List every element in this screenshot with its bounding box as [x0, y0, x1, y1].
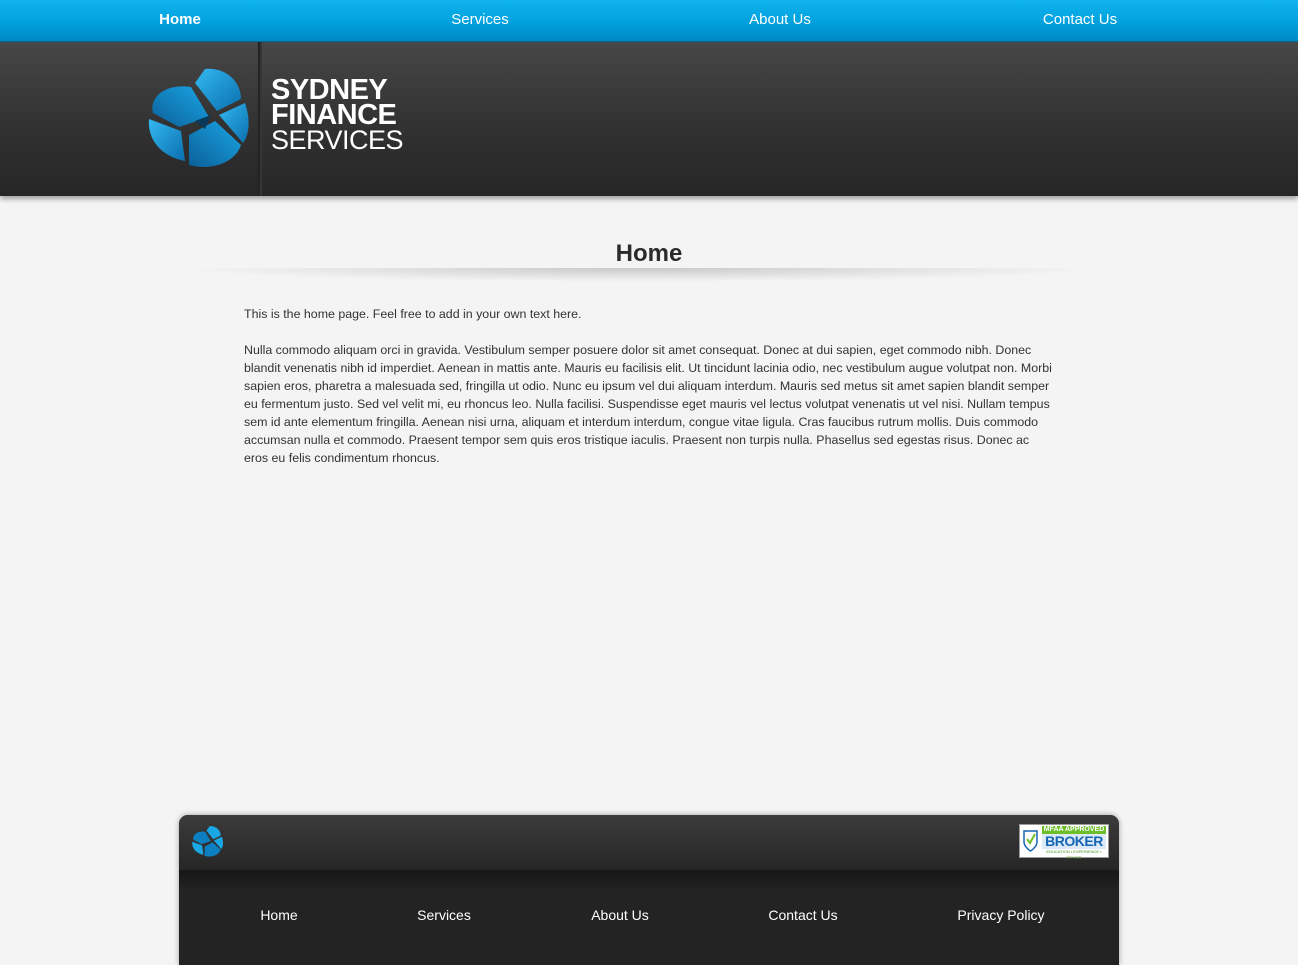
footer-link-contact-us[interactable]: Contact Us — [723, 907, 883, 923]
title-divider — [175, 268, 1105, 282]
badge-sub-text: EDUCATION • EXPERIENCE • ETHICS — [1046, 849, 1102, 860]
main-content: This is the home page. Feel free to add … — [244, 305, 1054, 485]
logo-wordmark: SYDNEY FINANCE SERVICES — [271, 76, 404, 155]
site-header: SYDNEY FINANCE SERVICES — [0, 42, 1298, 196]
nav-about-us[interactable]: About Us — [680, 11, 880, 28]
footer-top-bar: MFAA APPROVED BROKER EDUCATION • EXPERIE… — [179, 815, 1119, 871]
nav-contact-us[interactable]: Contact Us — [980, 11, 1180, 28]
body-paragraph: Nulla commodo aliquam orci in gravida. V… — [244, 343, 1052, 465]
mfaa-broker-badge[interactable]: MFAA APPROVED BROKER EDUCATION • EXPERIE… — [1019, 824, 1109, 860]
footer-shadow — [179, 871, 1119, 891]
intro-paragraph: This is the home page. Feel free to add … — [244, 307, 582, 321]
top-navigation: Home Services About Us Contact Us — [0, 0, 1298, 42]
footer-link-about-us[interactable]: About Us — [540, 907, 700, 923]
checkmark-shield-icon — [1023, 830, 1038, 852]
footer-logo-icon[interactable] — [191, 825, 225, 859]
footer-link-home[interactable]: Home — [199, 907, 359, 923]
footer-link-privacy-policy[interactable]: Privacy Policy — [921, 907, 1081, 923]
nav-services[interactable]: Services — [380, 11, 580, 28]
triangular-swirl-logo-icon — [148, 68, 249, 167]
footer-link-services[interactable]: Services — [364, 907, 524, 923]
logo-divider — [258, 42, 262, 196]
site-footer: MFAA APPROVED BROKER EDUCATION • EXPERIE… — [179, 815, 1119, 965]
logo-link[interactable]: SYDNEY FINANCE SERVICES — [140, 42, 404, 196]
nav-home[interactable]: Home — [80, 11, 280, 28]
logo-line-services: SERVICES — [271, 125, 404, 155]
badge-main-text: BROKER — [1042, 834, 1106, 849]
page-title: Home — [615, 240, 683, 267]
